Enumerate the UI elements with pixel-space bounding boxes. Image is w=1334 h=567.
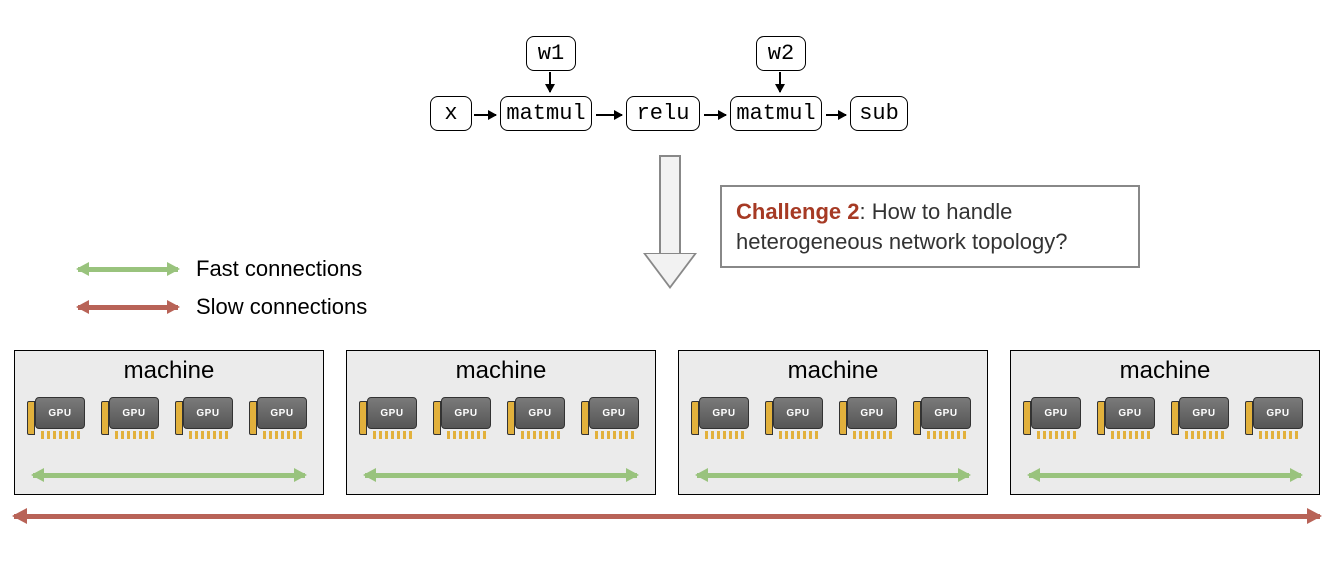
gpu-icon: GPU xyxy=(27,393,89,443)
machines-row: machine GPU GPU GPU GPU machine GPU GPU … xyxy=(14,350,1320,495)
gpu-icon: GPU xyxy=(765,393,827,443)
slow-connection-bar xyxy=(14,514,1320,519)
gpu-row: GPU GPU GPU GPU xyxy=(691,393,975,443)
fast-connection-bar xyxy=(1029,473,1301,478)
machine-label: machine xyxy=(788,357,879,385)
machine-label: machine xyxy=(456,357,547,385)
arrow-w1-matmul1 xyxy=(549,72,551,92)
machine: machine GPU GPU GPU GPU xyxy=(1010,350,1320,495)
machine: machine GPU GPU GPU GPU xyxy=(14,350,324,495)
fast-connection-bar xyxy=(365,473,637,478)
node-matmul1: matmul xyxy=(500,96,592,131)
node-x: x xyxy=(430,96,472,131)
arrow-matmul2-sub xyxy=(826,114,846,116)
arrow-w2-matmul2 xyxy=(779,72,781,92)
machine: machine GPU GPU GPU GPU xyxy=(678,350,988,495)
gpu-row: GPU GPU GPU GPU xyxy=(359,393,643,443)
legend-fast-icon xyxy=(78,267,178,272)
gpu-icon: GPU xyxy=(691,393,753,443)
arrow-x-matmul1 xyxy=(474,114,496,116)
legend-slow: Slow connections xyxy=(78,288,367,326)
machine: machine GPU GPU GPU GPU xyxy=(346,350,656,495)
legend-fast-label: Fast connections xyxy=(196,256,362,282)
mapping-arrow xyxy=(655,155,685,290)
fast-connection-bar xyxy=(697,473,969,478)
arrow-relu-matmul2 xyxy=(704,114,726,116)
legend-slow-label: Slow connections xyxy=(196,294,367,320)
computation-graph: x matmul w1 relu matmul w2 sub xyxy=(430,36,960,146)
node-relu: relu xyxy=(626,96,700,131)
machine-label: machine xyxy=(1120,357,1211,385)
gpu-icon: GPU xyxy=(359,393,421,443)
node-sub: sub xyxy=(850,96,908,131)
node-w1: w1 xyxy=(526,36,576,71)
challenge-title: Challenge 2 xyxy=(736,199,859,224)
legend-slow-icon xyxy=(78,305,178,310)
gpu-icon: GPU xyxy=(507,393,569,443)
challenge-box: Challenge 2: How to handle heterogeneous… xyxy=(720,185,1140,268)
gpu-icon: GPU xyxy=(1245,393,1307,443)
gpu-icon: GPU xyxy=(101,393,163,443)
gpu-icon: GPU xyxy=(175,393,237,443)
gpu-icon: GPU xyxy=(1023,393,1085,443)
gpu-icon: GPU xyxy=(433,393,495,443)
gpu-icon: GPU xyxy=(913,393,975,443)
gpu-icon: GPU xyxy=(249,393,311,443)
machine-label: machine xyxy=(124,357,215,385)
legend-fast: Fast connections xyxy=(78,250,367,288)
gpu-row: GPU GPU GPU GPU xyxy=(1023,393,1307,443)
gpu-row: GPU GPU GPU GPU xyxy=(27,393,311,443)
legend: Fast connections Slow connections xyxy=(78,250,367,326)
gpu-icon: GPU xyxy=(1097,393,1159,443)
fast-connection-bar xyxy=(33,473,305,478)
arrow-matmul1-relu xyxy=(596,114,622,116)
node-matmul2: matmul xyxy=(730,96,822,131)
gpu-icon: GPU xyxy=(1171,393,1233,443)
gpu-icon: GPU xyxy=(581,393,643,443)
node-w2: w2 xyxy=(756,36,806,71)
gpu-icon: GPU xyxy=(839,393,901,443)
